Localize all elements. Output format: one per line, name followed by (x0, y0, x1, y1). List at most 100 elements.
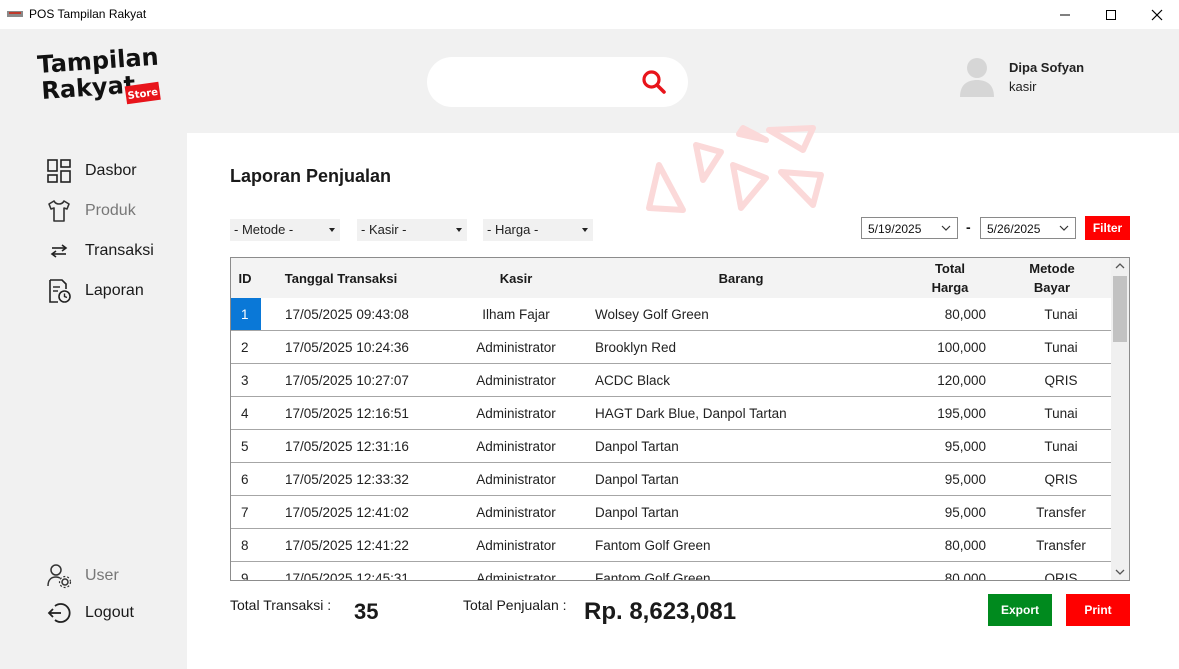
date-to-picker[interactable]: 5/26/2025 (980, 217, 1076, 239)
table-row[interactable]: 7 17/05/2025 12:41:02 Administrator Danp… (231, 496, 1111, 529)
chevron-down-icon (582, 228, 588, 232)
cell-tanggal: 17/05/2025 12:41:22 (285, 537, 409, 553)
column-header-tanggal[interactable]: Tanggal Transaksi (271, 258, 411, 298)
sidebar-item-transaksi[interactable]: Transaksi (46, 237, 154, 265)
sidebar-item-label: Transaksi (85, 242, 154, 259)
cell-tanggal: 17/05/2025 12:45:31 (285, 570, 409, 581)
cell-total: 80,000 (944, 570, 986, 581)
cell-total: 195,000 (937, 405, 986, 421)
table-row[interactable]: 3 17/05/2025 10:27:07 Administrator ACDC… (231, 364, 1111, 397)
cell-total: 100,000 (937, 339, 986, 355)
date-to-value: 5/26/2025 (987, 222, 1041, 236)
sidebar-item-laporan[interactable]: Laporan (46, 277, 144, 305)
minimize-icon (1060, 14, 1070, 15)
cell-total: 80,000 (944, 306, 986, 322)
search-icon[interactable] (641, 69, 667, 95)
table-row[interactable]: 1 17/05/2025 09:43:08 Ilham Fajar Wolsey… (231, 298, 1111, 331)
cell-tanggal: 17/05/2025 12:31:16 (285, 438, 409, 454)
user-settings-icon (46, 563, 72, 589)
column-header-id[interactable]: ID (231, 258, 259, 298)
column-header-total-harga[interactable]: Total Harga (917, 258, 983, 298)
metode-value: - Metode - (234, 222, 294, 237)
cell-id: 3 (241, 372, 249, 388)
cell-barang: Danpol Tartan (595, 504, 679, 520)
shirt-icon (46, 198, 72, 224)
sidebar-item-label: Dasbor (85, 162, 137, 179)
kasir-value: - Kasir - (361, 222, 407, 237)
column-header-metode-bayar[interactable]: Metode Bayar (1017, 258, 1087, 298)
cell-kasir: Administrator (476, 438, 556, 454)
date-separator: - (966, 219, 971, 235)
cell-barang: Wolsey Golf Green (595, 306, 709, 322)
cell-tanggal: 17/05/2025 10:24:36 (285, 339, 409, 355)
total-transaksi-label: Total Transaksi : (230, 597, 332, 613)
chevron-down-icon (1059, 225, 1069, 231)
table-row[interactable]: 6 17/05/2025 12:33:32 Administrator Danp… (231, 463, 1111, 496)
cell-id: 8 (241, 537, 249, 553)
sidebar-item-user[interactable]: User (46, 562, 119, 590)
sidebar-item-label: Produk (85, 202, 136, 219)
export-button[interactable]: Export (988, 594, 1052, 626)
sidebar-item-logout[interactable]: Logout (46, 599, 134, 627)
minimize-button[interactable] (1042, 0, 1088, 29)
cell-total: 95,000 (944, 438, 986, 454)
table-row[interactable]: 5 17/05/2025 12:31:16 Administrator Danp… (231, 430, 1111, 463)
date-from-picker[interactable]: 5/19/2025 (861, 217, 958, 239)
svg-text:Rakyat: Rakyat (40, 70, 136, 104)
avatar-icon (960, 58, 994, 97)
cell-id: 7 (241, 504, 249, 520)
scroll-thumb[interactable] (1113, 276, 1127, 342)
scroll-up-icon[interactable] (1115, 262, 1125, 270)
sidebar-item-produk[interactable]: Produk (46, 197, 136, 225)
cell-kasir: Administrator (476, 537, 556, 553)
cell-metode: QRIS (1044, 372, 1078, 388)
cell-total: 95,000 (944, 504, 986, 520)
app-header: Tampilan Rakyat Store Dipa Sofyan kasir (0, 29, 1179, 133)
cell-metode: Transfer (1036, 537, 1086, 553)
column-header-barang[interactable]: Barang (631, 258, 851, 298)
cell-kasir: Administrator (476, 570, 556, 581)
window-titlebar: POS Tampilan Rakyat (0, 0, 1179, 29)
total-transaksi-value: 35 (354, 599, 379, 624)
cell-id: 6 (241, 471, 249, 487)
table-scrollbar[interactable] (1111, 258, 1129, 580)
cell-id: 5 (241, 438, 249, 454)
table-header: ID Tanggal Transaksi Kasir Barang Total … (231, 258, 1111, 298)
sidebar-item-label: Logout (85, 604, 134, 621)
metode-dropdown[interactable]: - Metode - (230, 219, 340, 241)
app-icon (7, 11, 23, 17)
table-row[interactable]: 8 17/05/2025 12:41:22 Administrator Fant… (231, 529, 1111, 562)
cell-metode: Tunai (1044, 438, 1078, 454)
print-button[interactable]: Print (1066, 594, 1130, 626)
cell-total: 80,000 (944, 537, 986, 553)
cell-total: 95,000 (944, 471, 986, 487)
chevron-down-icon (329, 228, 335, 232)
page-title: Laporan Penjualan (230, 166, 392, 186)
cell-kasir: Administrator (476, 471, 556, 487)
chevron-down-icon (456, 228, 462, 232)
kasir-dropdown[interactable]: - Kasir - (357, 219, 467, 241)
maximize-button[interactable] (1088, 0, 1134, 29)
sales-table[interactable]: ID Tanggal Transaksi Kasir Barang Total … (230, 257, 1130, 581)
cell-metode: QRIS (1044, 570, 1078, 581)
column-header-kasir[interactable]: Kasir (461, 258, 571, 298)
date-from-value: 5/19/2025 (868, 222, 922, 236)
cell-barang: Brooklyn Red (595, 339, 677, 355)
user-name: Dipa Sofyan (1009, 60, 1085, 75)
cell-id: 9 (241, 570, 249, 581)
report-icon (46, 278, 72, 304)
cell-total: 120,000 (937, 372, 986, 388)
table-row[interactable]: 9 17/05/2025 12:45:31 Administrator Fant… (231, 562, 1111, 581)
exchange-icon (46, 238, 72, 264)
close-button[interactable] (1134, 0, 1179, 29)
filter-button[interactable]: Filter (1085, 216, 1130, 240)
sidebar-item-dasbor[interactable]: Dasbor (46, 157, 137, 185)
table-row[interactable]: 2 17/05/2025 10:24:36 Administrator Broo… (231, 331, 1111, 364)
scroll-down-icon[interactable] (1115, 568, 1125, 576)
search-box[interactable] (427, 57, 688, 107)
table-row[interactable]: 4 17/05/2025 12:16:51 Administrator HAGT… (231, 397, 1111, 430)
search-input[interactable] (449, 69, 643, 95)
harga-dropdown[interactable]: - Harga - (483, 219, 593, 241)
cell-barang: ACDC Black (595, 372, 671, 388)
sidebar-item-label: User (85, 567, 119, 584)
